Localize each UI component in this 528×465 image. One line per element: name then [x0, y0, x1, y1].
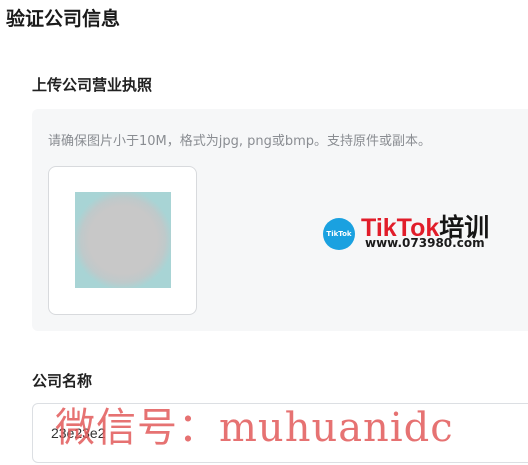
upload-hint: 请确保图片小于10M，格式为jpg, png或bmp。支持原件或副本。 — [48, 134, 432, 149]
company-name-label: 公司名称 — [32, 372, 93, 390]
page-title: 验证公司信息 — [6, 8, 121, 30]
tiktok-logo-icon: TikTok — [323, 218, 355, 250]
license-image-upload[interactable] — [48, 166, 197, 315]
logo-url: www.073980.com — [365, 236, 485, 250]
company-name-input[interactable] — [32, 403, 528, 463]
license-section-title: 上传公司营业执照 — [32, 76, 153, 94]
uploaded-license-thumbnail — [75, 192, 171, 288]
